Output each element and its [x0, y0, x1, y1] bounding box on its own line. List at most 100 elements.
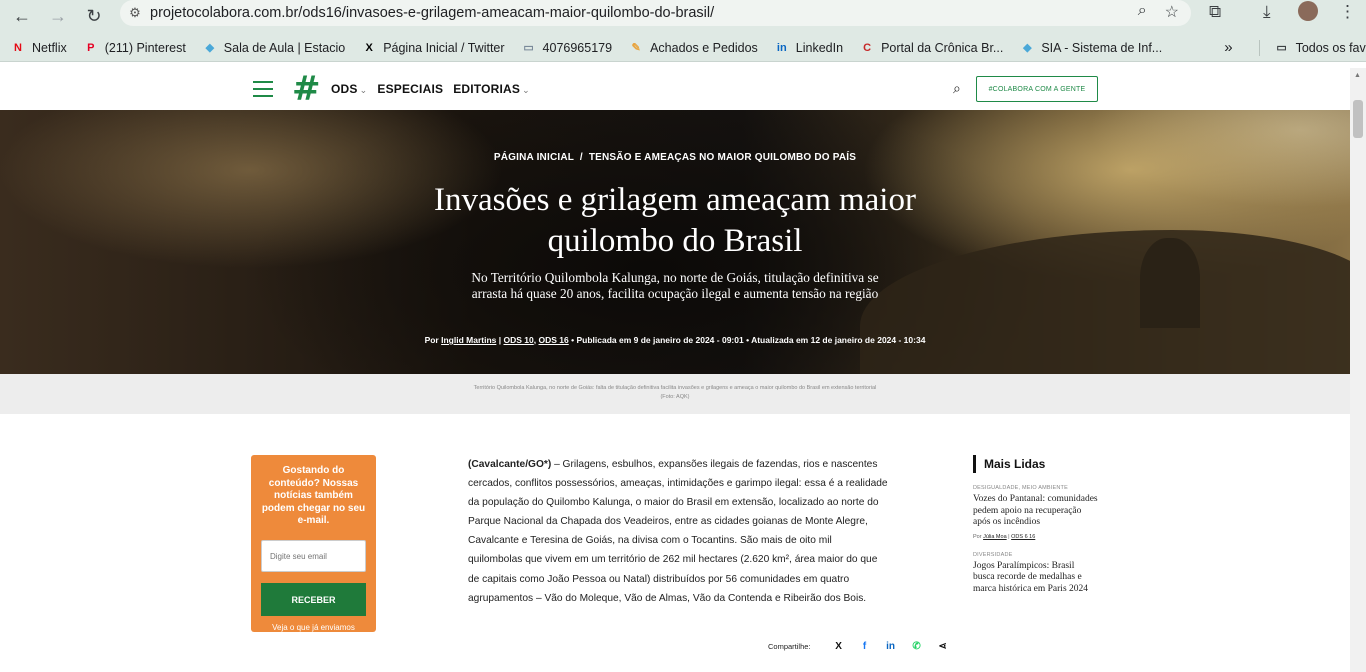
breadcrumb-current: TENSÃO E AMEAÇAS NO MAIOR QUILOMBO DO PA… [588, 152, 857, 163]
bookmark-label: SIA - Sistema de Inf... [1041, 40, 1163, 55]
diamond-icon: ◆ [1023, 42, 1032, 54]
whatsapp-share-icon[interactable]: ✆ [911, 640, 923, 652]
tag-icon: ✎ [631, 42, 641, 54]
card-icon: ▭ [523, 42, 534, 54]
facebook-share-icon[interactable]: f [859, 640, 871, 652]
bookmark-star-icon[interactable]: ☆ [1165, 2, 1179, 22]
linkedin-icon: in [776, 41, 787, 54]
item-category[interactable]: DIVERSIDADE [973, 552, 1098, 558]
item-byline-prefix: Por [973, 533, 982, 540]
bookmark-label: Página Inicial / Twitter [383, 40, 505, 55]
most-read-sidebar: Mais Lidas DESIGUALDADE, MEIO AMBIENTE V… [973, 455, 1098, 595]
forward-arrow-icon[interactable]: → [45, 3, 71, 29]
bookmark-label: 4076965179 [542, 40, 613, 55]
breadcrumb-separator: / [579, 152, 583, 163]
byline-prefix: Por [424, 335, 439, 345]
item-byline-separator: | [1008, 533, 1010, 540]
bookmark-item[interactable]: ◆ Sala de Aula | Estacio [202, 40, 346, 56]
download-icon[interactable]: ⤓ [1263, 2, 1271, 22]
colabora-cta-button[interactable]: #COLABORA COM A GENTE [976, 76, 1098, 102]
bookmark-label: Netflix [32, 40, 67, 55]
most-read-item[interactable]: DIVERSIDADE Jogos Paralímpicos: Brasil b… [973, 552, 1098, 596]
bookmark-item[interactable]: in LinkedIn [774, 40, 843, 56]
bookmark-label: LinkedIn [795, 40, 844, 55]
x-icon: X [365, 41, 373, 54]
article-paragraph: – Grilagens, esbulhos, expansões ilegais… [468, 459, 888, 604]
share-label: Compartilhe: [768, 641, 811, 651]
byline-separator: | [498, 335, 502, 345]
email-input[interactable] [261, 540, 366, 572]
item-ods-link[interactable]: ODS 6 16 [1011, 534, 1035, 540]
bookmark-label: Portal da Crônica Br... [881, 40, 1004, 55]
colabora-logo[interactable]: # [292, 72, 321, 106]
share-icon[interactable]: ⋖ [937, 640, 949, 652]
page-scrollbar[interactable]: ▲ [1350, 68, 1366, 672]
all-favorites-folder[interactable]: ▭ Todos os favoritos [1258, 39, 1366, 56]
breadcrumb: PÁGINA INICIAL / TENSÃO E AMEAÇAS NO MAI… [0, 152, 1350, 163]
breadcrumb-home[interactable]: PÁGINA INICIAL [494, 152, 574, 163]
bookmark-label: Achados e Pedidos [650, 40, 758, 55]
bookmarks-overflow-icon[interactable]: » [1224, 39, 1232, 56]
back-arrow-icon[interactable]: ← [9, 3, 35, 29]
author-link[interactable]: Inglid Martins [441, 335, 496, 345]
bookmarks-bar: N Netflix P (211) Pinterest ◆ Sala de Aula | … [0, 34, 1366, 62]
scroll-up-icon[interactable]: ▲ [1354, 72, 1361, 79]
chevron-down-icon: ⌄ [522, 85, 530, 95]
bookmark-item[interactable]: ✎ Achados e Pedidos [628, 40, 758, 56]
bookmark-item[interactable]: X Página Inicial / Twitter [361, 40, 505, 56]
pinterest-icon: P [87, 41, 95, 54]
article-body: (Cavalcante/GO*) – Grilagens, esbulhos, … [468, 455, 888, 608]
most-read-item[interactable]: DESIGUALDADE, MEIO AMBIENTE Vozes do Pan… [973, 485, 1098, 540]
most-read-title: Mais Lidas [973, 455, 1098, 473]
nav-item-label: EDITORIAS [453, 82, 521, 96]
nav-item-ods[interactable]: ODS ⌄ [331, 82, 367, 96]
folder-icon: ▭ [1276, 42, 1287, 54]
more-menu-icon[interactable]: ⋮ [1339, 2, 1356, 22]
bookmark-item[interactable]: ▭ 4076965179 [521, 40, 613, 56]
hero-peak [1140, 238, 1200, 328]
sent-newsletters-link[interactable]: Veja o que já enviamos [251, 623, 376, 632]
hero-banner: PÁGINA INICIAL / TENSÃO E AMEAÇAS NO MAI… [0, 110, 1350, 374]
nav-item-especiais[interactable]: ESPECIAIS [377, 82, 443, 96]
bookmark-label: Sala de Aula | Estacio [223, 40, 346, 55]
ods10-link[interactable]: ODS 10 [504, 335, 534, 345]
profile-avatar[interactable] [1298, 1, 1318, 21]
article-title: Invasões e grilagem ameaçam maior quilom… [434, 182, 916, 259]
photo-caption-bar: Território Quilombola Kalunga, no norte … [0, 374, 1350, 414]
bookmark-item[interactable]: P (211) Pinterest [83, 40, 186, 56]
chevron-down-icon: ⌄ [359, 85, 368, 95]
diamond-icon: ◆ [205, 42, 215, 54]
zoom-icon[interactable]: ⌕ [1138, 2, 1147, 22]
bookmark-item[interactable]: ◆ SIA - Sistema de Inf... [1019, 40, 1162, 56]
photo-caption: Território Quilombola Kalunga, no norte … [473, 385, 877, 400]
url-text: projetocolabora.com.br/ods16/invasoes-e-… [150, 5, 715, 21]
share-bar: Compartilhe: Xf in ✆ ⋖ [768, 640, 949, 652]
extensions-icon[interactable]: ⧉ [1209, 2, 1221, 22]
nav-item-label: ESPECIAIS [377, 82, 444, 96]
ods16-link[interactable]: ODS 16 [539, 335, 569, 345]
main-nav: ODS ⌄ ESPECIAIS EDITORIAS ⌄ [331, 82, 530, 96]
nav-item-editorias[interactable]: EDITORIAS ⌄ [453, 82, 530, 96]
byline-comma: , [533, 335, 537, 345]
bookmark-item[interactable]: N Netflix [10, 40, 67, 56]
hamburger-menu-icon[interactable] [253, 81, 273, 97]
linkedin-share-icon[interactable]: in [885, 640, 897, 652]
subscribe-button[interactable]: RECEBER [261, 583, 366, 616]
item-headline[interactable]: Jogos Paralímpicos: Brasil busca recorde… [973, 561, 1098, 596]
publish-dates: • Publicada em 9 de janeiro de 2024 - 09… [571, 335, 926, 345]
x-share-icon[interactable]: X [833, 640, 845, 652]
site-settings-icon[interactable]: ⚙ [120, 5, 150, 21]
search-icon[interactable]: ⌕ [953, 80, 961, 97]
article-subtitle: No Território Quilombola Kalunga, no nor… [471, 270, 879, 301]
item-byline: Por Júlia Moa | ODS 6 16 [973, 534, 1098, 540]
scrollbar-thumb[interactable] [1353, 100, 1363, 138]
item-author-link[interactable]: Júlia Moa [983, 534, 1007, 540]
all-favorites-label: Todos os favoritos [1295, 40, 1366, 55]
item-category[interactable]: DESIGUALDADE, MEIO AMBIENTE [973, 485, 1098, 491]
browser-toolbar: ← → ↻ ⚙ projetocolabora.com.br/ods16/inv… [0, 0, 1366, 34]
reload-icon[interactable]: ↻ [81, 3, 107, 29]
c-icon: C [863, 41, 872, 54]
address-bar[interactable]: ⚙ projetocolabora.com.br/ods16/invasoes-… [120, 0, 1191, 26]
item-headline[interactable]: Vozes do Pantanal: comunidades pedem apo… [973, 494, 1098, 529]
bookmark-item[interactable]: C Portal da Crônica Br... [859, 40, 1003, 56]
